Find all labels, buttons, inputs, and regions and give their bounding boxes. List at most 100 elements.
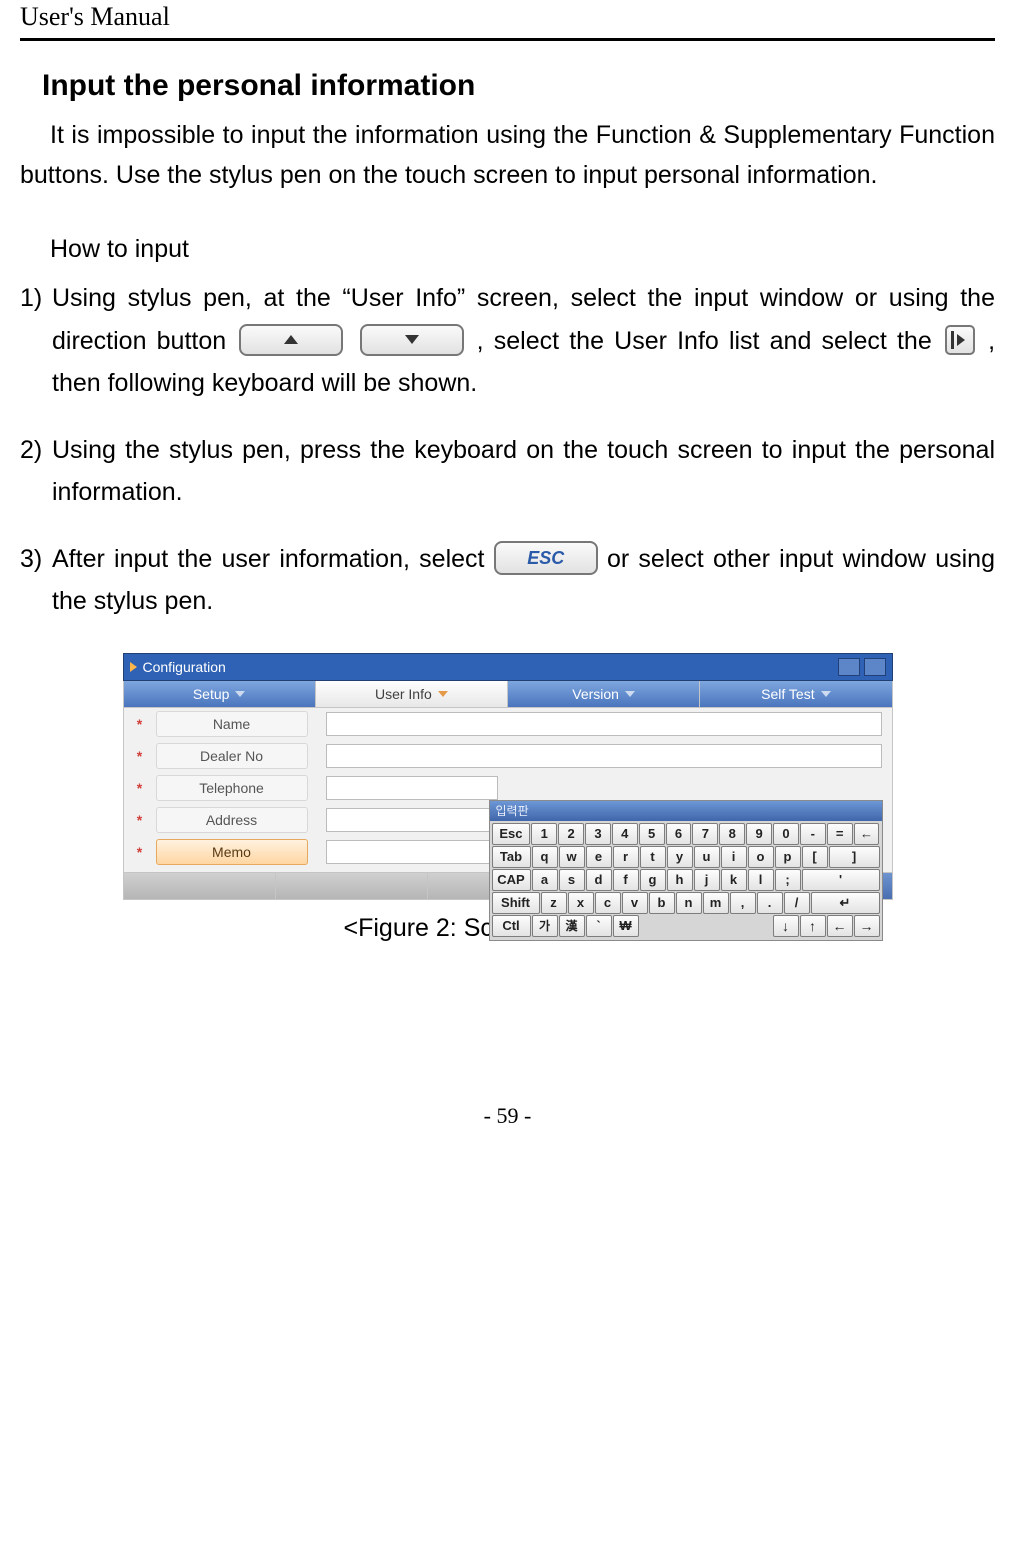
key[interactable]: z [541,892,567,914]
key[interactable]: f [613,869,639,891]
right-arrow-button-icon [945,325,975,355]
key-left-arrow-icon[interactable]: ← [827,915,853,937]
tab-label: User Info [375,686,432,702]
step-body: Using stylus pen, at the “User Info” scr… [52,277,995,405]
bottom-slot[interactable] [124,873,276,899]
key[interactable]: - [800,823,826,845]
key[interactable]: i [721,846,747,868]
window-title: Configuration [143,659,226,675]
page-number: - 59 - [20,1103,995,1129]
key[interactable]: w [559,846,585,868]
key[interactable]: d [586,869,612,891]
field-label-address[interactable]: Address [156,807,308,833]
key[interactable]: ' [802,869,880,891]
key[interactable]: n [676,892,702,914]
key[interactable]: [ [802,846,828,868]
key[interactable]: y [667,846,693,868]
bar-icon [951,331,954,349]
tab-version[interactable]: Version [508,681,700,707]
triangle-up-icon [284,335,298,344]
triangle-right-icon [957,334,965,346]
key-right-arrow-icon[interactable]: → [854,915,880,937]
chevron-right-icon [130,662,137,672]
onscreen-keyboard: 입력판 Esc 1 2 3 4 5 6 7 8 9 [489,800,883,941]
tab-setup[interactable]: Setup [124,681,316,707]
key[interactable]: k [721,869,747,891]
key-shift[interactable]: Shift [492,892,540,914]
key[interactable]: 4 [612,823,638,845]
key-won[interactable]: ₩ [613,915,639,937]
key[interactable]: p [775,846,801,868]
keyboard-title: 입력판 [490,801,882,821]
key[interactable]: v [622,892,648,914]
key[interactable]: t [640,846,666,868]
key[interactable]: 0 [773,823,799,845]
key[interactable]: 2 [558,823,584,845]
key-esc[interactable]: Esc [492,823,531,845]
key[interactable]: 1 [531,823,557,845]
key-hangul[interactable]: 가 [532,915,558,937]
tabs-row: Setup User Info Version Self Test [123,681,893,708]
key-enter-icon[interactable]: ↵ [811,892,880,914]
dealer-no-input[interactable] [326,744,882,768]
address-input[interactable] [326,808,498,832]
key-caps[interactable]: CAP [492,869,531,891]
key[interactable]: a [532,869,558,891]
titlebar: Configuration [123,653,893,681]
key[interactable]: , [730,892,756,914]
key[interactable]: 3 [585,823,611,845]
bottom-slot[interactable] [276,873,428,899]
field-label-name[interactable]: Name [156,711,308,737]
key[interactable]: m [703,892,729,914]
key[interactable]: q [532,846,558,868]
key[interactable]: ] [829,846,880,868]
key-up-arrow-icon[interactable]: ↑ [800,915,826,937]
key[interactable]: 7 [692,823,718,845]
toolbar-icon[interactable] [864,658,886,676]
key[interactable]: j [694,869,720,891]
key[interactable]: e [586,846,612,868]
key[interactable]: g [640,869,666,891]
key[interactable]: l [748,869,774,891]
toolbar-icon[interactable] [838,658,860,676]
telephone-input[interactable] [326,776,498,800]
key-backspace-icon[interactable]: ← [854,823,880,845]
chevron-down-icon [821,691,831,697]
step3-seg1: After input the user information, select [52,545,494,573]
header-rule [20,38,995,41]
key[interactable]: o [748,846,774,868]
key[interactable]: 6 [666,823,692,845]
key[interactable]: ; [775,869,801,891]
key[interactable]: b [649,892,675,914]
field-label-telephone[interactable]: Telephone [156,775,308,801]
field-label-memo[interactable]: Memo [156,839,308,865]
howto-label: How to input [50,229,995,269]
chevron-down-icon [235,691,245,697]
up-arrow-button-icon [239,324,343,356]
key[interactable]: 9 [746,823,772,845]
key-down-arrow-icon[interactable]: ↓ [773,915,799,937]
tab-self-test[interactable]: Self Test [700,681,891,707]
key[interactable]: ` [586,915,612,937]
key[interactable]: x [568,892,594,914]
key-tab[interactable]: Tab [492,846,531,868]
running-head: User's Manual [20,0,995,36]
key[interactable]: s [559,869,585,891]
field-label-dealer-no[interactable]: Dealer No [156,743,308,769]
key[interactable]: . [757,892,783,914]
key[interactable]: c [595,892,621,914]
key[interactable]: r [613,846,639,868]
key[interactable]: / [784,892,810,914]
key[interactable]: u [694,846,720,868]
key-ctrl[interactable]: Ctl [492,915,531,937]
name-input[interactable] [326,712,882,736]
memo-input[interactable] [326,840,498,864]
key[interactable]: h [667,869,693,891]
key[interactable]: = [827,823,853,845]
key[interactable]: 5 [639,823,665,845]
key-hanja[interactable]: 漢 [559,915,585,937]
key[interactable]: 8 [719,823,745,845]
step-number: 1) [20,277,52,320]
tab-user-info[interactable]: User Info [316,681,508,707]
required-star-icon: * [124,716,156,732]
